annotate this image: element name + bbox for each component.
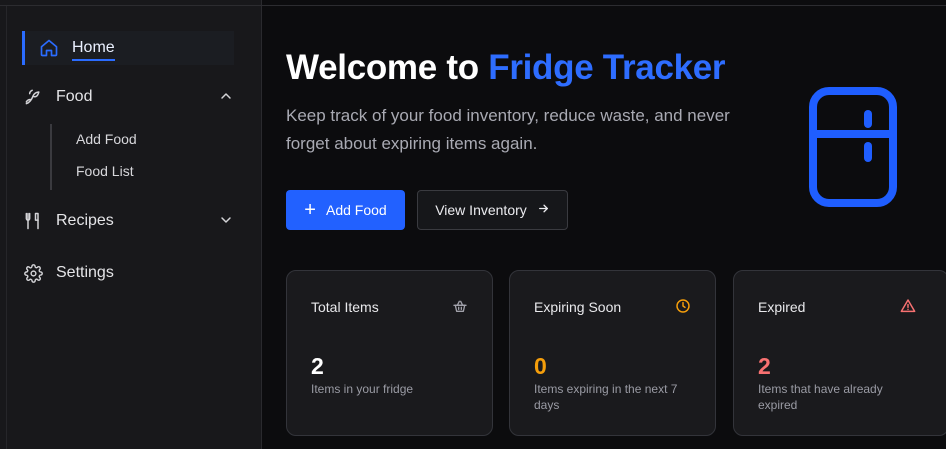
home-icon — [38, 37, 60, 59]
fridge-icon — [808, 86, 898, 208]
arrow-right-icon — [537, 202, 550, 218]
stat-title: Expiring Soon — [534, 299, 622, 315]
alert-triangle-icon — [900, 298, 916, 314]
stat-value: 0 — [534, 353, 547, 379]
stat-description: Items expiring in the next 7 days — [534, 382, 678, 412]
chevron-up-icon[interactable] — [218, 88, 234, 104]
sidebar-item-settings[interactable]: Settings — [22, 255, 234, 291]
basket-icon — [452, 298, 468, 314]
food-icon — [22, 86, 44, 108]
fork-knife-icon — [22, 210, 44, 232]
stat-description: Items in your fridge — [311, 382, 414, 396]
stat-card-expired: Expired 2 Items that have already expire… — [733, 270, 946, 436]
left-divider — [6, 6, 7, 449]
add-food-button[interactable]: + Add Food — [286, 190, 405, 230]
sidebar-item-label: Settings — [56, 264, 114, 281]
clock-icon — [675, 298, 691, 314]
view-inventory-button[interactable]: View Inventory — [417, 190, 568, 230]
page-subtitle: Keep track of your food inventory, reduc… — [286, 106, 730, 153]
add-food-label: Add Food — [325, 202, 387, 218]
sidebar-item-food[interactable]: Food — [22, 79, 234, 115]
title-prefix: Welcome to — [286, 48, 479, 87]
sidebar: Home Food Add Food Food List Recipes Set… — [0, 0, 946, 449]
stat-card-total-items: Total Items 2 Items in your fridge — [286, 270, 493, 436]
plus-icon: + — [304, 199, 316, 221]
sidebar-item-label: Food — [56, 88, 93, 105]
view-inventory-label: View Inventory — [435, 202, 527, 218]
stat-description: Items that have already expired — [758, 382, 883, 412]
sidebar-item-label: Home — [72, 39, 115, 61]
sidebar-subitem-food-list[interactable]: Food List — [76, 163, 134, 179]
main-content: Welcome to Fridge Tracker Keep track of … — [262, 0, 946, 449]
stat-value: 2 — [758, 353, 771, 379]
stat-value: 2 — [311, 353, 324, 379]
sidebar-subitem-add-food[interactable]: Add Food — [76, 131, 137, 147]
sidebar-item-home[interactable]: Home — [22, 31, 234, 65]
chevron-down-icon[interactable] — [218, 212, 234, 228]
active-indicator — [22, 31, 25, 65]
title-accent: Fridge Tracker — [488, 48, 726, 87]
page-title: Welcome to Fridge Tracker — [286, 48, 726, 88]
stat-title: Expired — [758, 299, 806, 315]
sidebar-item-recipes[interactable]: Recipes — [22, 203, 234, 239]
app-window: Home Food Add Food Food List Recipes Set… — [0, 0, 946, 449]
sidebar-item-label: Recipes — [56, 212, 114, 229]
gear-icon — [22, 262, 44, 284]
submenu-line — [50, 124, 52, 190]
stat-title: Total Items — [311, 299, 379, 315]
stat-card-expiring-soon: Expiring Soon 0 Items expiring in the ne… — [509, 270, 716, 436]
